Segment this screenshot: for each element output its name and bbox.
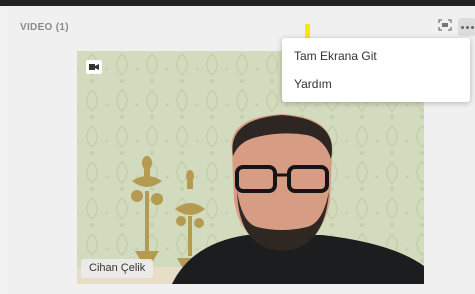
camera-icon — [89, 58, 99, 76]
menu-item-fullscreen[interactable]: Tam Ekrana Git — [294, 49, 377, 63]
more-options-icon — [460, 25, 474, 29]
more-options-button[interactable] — [458, 18, 475, 36]
fullscreen-button[interactable] — [436, 18, 454, 36]
fullscreen-icon — [438, 18, 452, 36]
menu-item-help[interactable]: Yardım — [294, 77, 332, 91]
camera-badge — [86, 60, 102, 74]
panel-title: VIDEO (1) — [20, 22, 69, 33]
participant-name-tag: Cihan Çelik — [81, 259, 154, 278]
options-menu: Tam Ekrana Git Yardım — [282, 38, 470, 102]
